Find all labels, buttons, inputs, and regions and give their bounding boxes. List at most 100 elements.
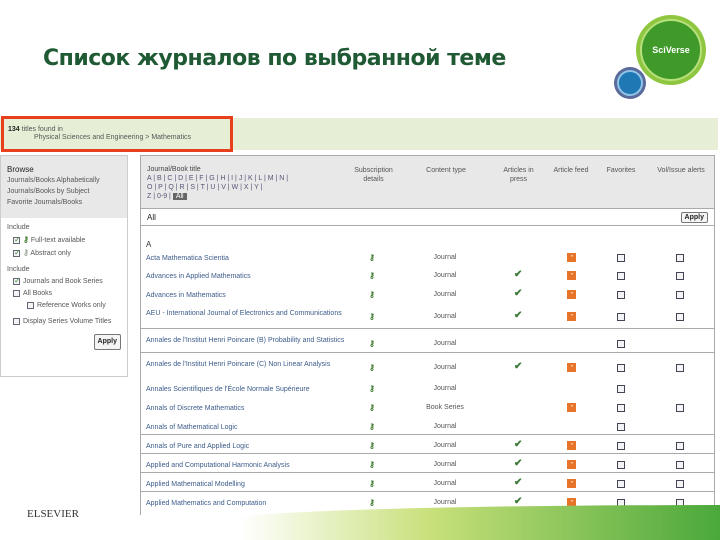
- journal-title-link[interactable]: Advances in Applied Mathematics: [146, 272, 346, 281]
- alert-checkbox[interactable]: [676, 364, 684, 372]
- browse-link[interactable]: Journals/Books Alphabetically: [7, 175, 121, 186]
- favorite-checkbox[interactable]: [617, 442, 625, 450]
- include-heading: Include: [7, 224, 30, 231]
- col-in-press: Articles in press: [503, 167, 534, 183]
- alert-checkbox[interactable]: [676, 480, 684, 488]
- checkbox-journals[interactable]: [13, 275, 21, 287]
- journal-title-link[interactable]: Annales Scientifiques de l'École Normale…: [146, 385, 346, 394]
- col-alerts: Vol/Issue alerts: [657, 167, 705, 174]
- rss-feed-icon[interactable]: ◔: [567, 253, 576, 262]
- favorite-checkbox[interactable]: [617, 385, 625, 393]
- journal-title-link[interactable]: Annales de l'Institut Henri Poincare (B)…: [146, 336, 346, 345]
- filter-sidebar: Browse Journals/Books Alphabetically Jou…: [0, 155, 128, 377]
- checkbox-reference[interactable]: [27, 301, 34, 309]
- slide-title: Список журналов по выбранной теме: [43, 46, 506, 71]
- check-icon: ✔: [514, 439, 523, 450]
- key-icon: ⚷: [369, 312, 375, 321]
- favorite-checkbox[interactable]: [617, 480, 625, 488]
- journal-title-link[interactable]: AEU - International Journal of Electroni…: [146, 309, 346, 318]
- favorite-checkbox[interactable]: [617, 423, 625, 431]
- letters[interactable]: A | B | C | D | E | F | G | H | I | J | …: [147, 174, 288, 183]
- favorite-checkbox[interactable]: [617, 254, 625, 262]
- results-highlight: 134 titles found in Physical Sciences an…: [1, 116, 233, 152]
- check-icon: ✔: [514, 310, 523, 321]
- content-type: Journal: [433, 254, 457, 261]
- col-subscription: Subscription details: [354, 167, 393, 183]
- journal-title-link[interactable]: Annales de l'Institut Henri Poincare (C)…: [146, 360, 346, 369]
- letter-all-selected[interactable]: All: [172, 193, 187, 200]
- journal-title-link[interactable]: Acta Mathematica Scientia: [146, 254, 346, 263]
- alert-checkbox[interactable]: [676, 404, 684, 412]
- checkbox-all-books[interactable]: [13, 289, 20, 297]
- check-icon: ✔: [514, 477, 523, 488]
- favorite-checkbox[interactable]: [617, 340, 625, 348]
- checkbox-series-titles[interactable]: [13, 317, 20, 325]
- journal-title-link[interactable]: Advances in Mathematics: [146, 291, 346, 300]
- rss-feed-icon[interactable]: ◔: [567, 441, 576, 450]
- content-type: Journal: [433, 291, 457, 298]
- logo-small-circle: [614, 67, 646, 99]
- browse-link[interactable]: Favorite Journals/Books: [7, 197, 121, 208]
- col-favorites: Favorites: [606, 167, 636, 174]
- letters[interactable]: O | P | Q | R | S | T | U | V | W | X | …: [147, 183, 288, 192]
- content-type: Journal: [433, 480, 457, 487]
- rss-feed-icon[interactable]: ◔: [567, 460, 576, 469]
- label: Reference Works only: [37, 302, 106, 309]
- favorite-checkbox[interactable]: [617, 404, 625, 412]
- journal-title-link[interactable]: Annals of Discrete Mathematics: [146, 404, 346, 413]
- key-icon: ⚷: [369, 290, 375, 299]
- checkbox-abstract[interactable]: [13, 247, 21, 259]
- favorite-checkbox[interactable]: [617, 461, 625, 469]
- key-icon: ⚷: [369, 479, 375, 488]
- favorite-checkbox[interactable]: [617, 313, 625, 321]
- content-type: Journal: [433, 313, 457, 320]
- letters[interactable]: Z | 0-9 |: [147, 193, 171, 200]
- results-count: 134: [8, 126, 20, 133]
- content-type: Journal: [433, 461, 457, 468]
- journal-table: Journal/Book title A | B | C | D | E | F…: [140, 155, 715, 515]
- rss-feed-icon[interactable]: ◔: [567, 403, 576, 412]
- check-icon: ✔: [514, 269, 523, 280]
- content-type: Journal: [433, 442, 457, 449]
- content-type: Journal: [433, 423, 457, 430]
- journal-title-link[interactable]: Applied Mathematical Modelling: [146, 480, 346, 489]
- include-heading: Include: [7, 266, 30, 273]
- journal-title-link[interactable]: Annals of Pure and Applied Logic: [146, 442, 346, 451]
- rss-feed-icon[interactable]: ◔: [567, 479, 576, 488]
- alert-checkbox[interactable]: [676, 442, 684, 450]
- apply-button[interactable]: Apply: [93, 334, 121, 350]
- journal-title-link[interactable]: Applied and Computational Harmonic Analy…: [146, 461, 346, 470]
- alert-checkbox[interactable]: [676, 291, 684, 299]
- alert-checkbox[interactable]: [676, 313, 684, 321]
- row-divider: [141, 434, 714, 435]
- label: All Books: [23, 290, 53, 297]
- rss-feed-icon[interactable]: ◔: [567, 290, 576, 299]
- label: Journals and Book Series: [23, 278, 103, 285]
- alert-checkbox[interactable]: [676, 272, 684, 280]
- alert-checkbox[interactable]: [676, 461, 684, 469]
- key-icon: ⚷: [369, 460, 375, 469]
- row-divider: [141, 453, 714, 454]
- section-letter: A: [146, 240, 152, 249]
- check-icon: ✔: [514, 458, 523, 469]
- rss-feed-icon[interactable]: ◔: [567, 271, 576, 280]
- journal-title-link[interactable]: Applied Mathematics and Computation: [146, 499, 346, 508]
- content-type: Book Series: [426, 404, 464, 411]
- key-icon: ⚷: [369, 441, 375, 450]
- apply-button-table[interactable]: Apply: [680, 212, 708, 223]
- favorite-checkbox[interactable]: [617, 291, 625, 299]
- checkbox-full-text[interactable]: [13, 234, 21, 246]
- alert-checkbox[interactable]: [676, 254, 684, 262]
- favorite-checkbox[interactable]: [617, 272, 625, 280]
- rss-feed-icon[interactable]: ◔: [567, 363, 576, 372]
- favorite-checkbox[interactable]: [617, 364, 625, 372]
- results-path[interactable]: Physical Sciences and Engineering > Math…: [8, 134, 226, 141]
- alphabet-filter[interactable]: Journal/Book title A | B | C | D | E | F…: [147, 165, 288, 201]
- key-icon: ⚷: [369, 271, 375, 280]
- browse-link[interactable]: Journals/Books by Subject: [7, 186, 121, 197]
- key-icon: ⚷: [23, 235, 29, 244]
- col-title[interactable]: Journal/Book title: [147, 165, 288, 174]
- journal-title-link[interactable]: Annals of Mathematical Logic: [146, 423, 346, 432]
- key-icon: ⚷: [369, 253, 375, 262]
- rss-feed-icon[interactable]: ◔: [567, 312, 576, 321]
